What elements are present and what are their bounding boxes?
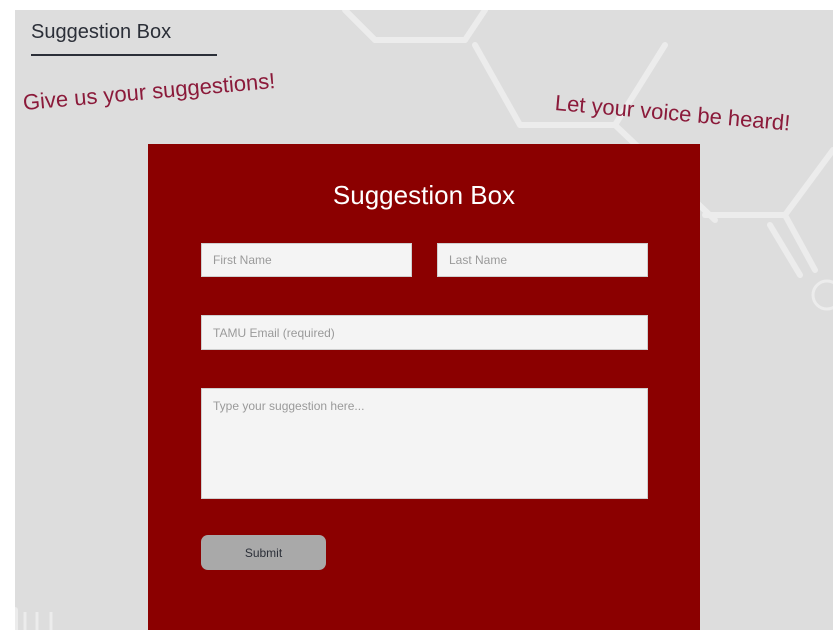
suggestion-form: Suggestion Box Submit — [148, 144, 700, 630]
suggestion-textarea[interactable] — [201, 388, 648, 499]
form-title: Suggestion Box — [332, 180, 516, 210]
email-input[interactable] — [201, 315, 648, 350]
page-background: Suggestion Box Give us your suggestions!… — [15, 10, 833, 630]
first-name-input[interactable] — [201, 243, 412, 277]
page-title: Suggestion Box — [31, 20, 217, 56]
last-name-input[interactable] — [437, 243, 648, 277]
submit-button[interactable]: Submit — [201, 535, 326, 570]
